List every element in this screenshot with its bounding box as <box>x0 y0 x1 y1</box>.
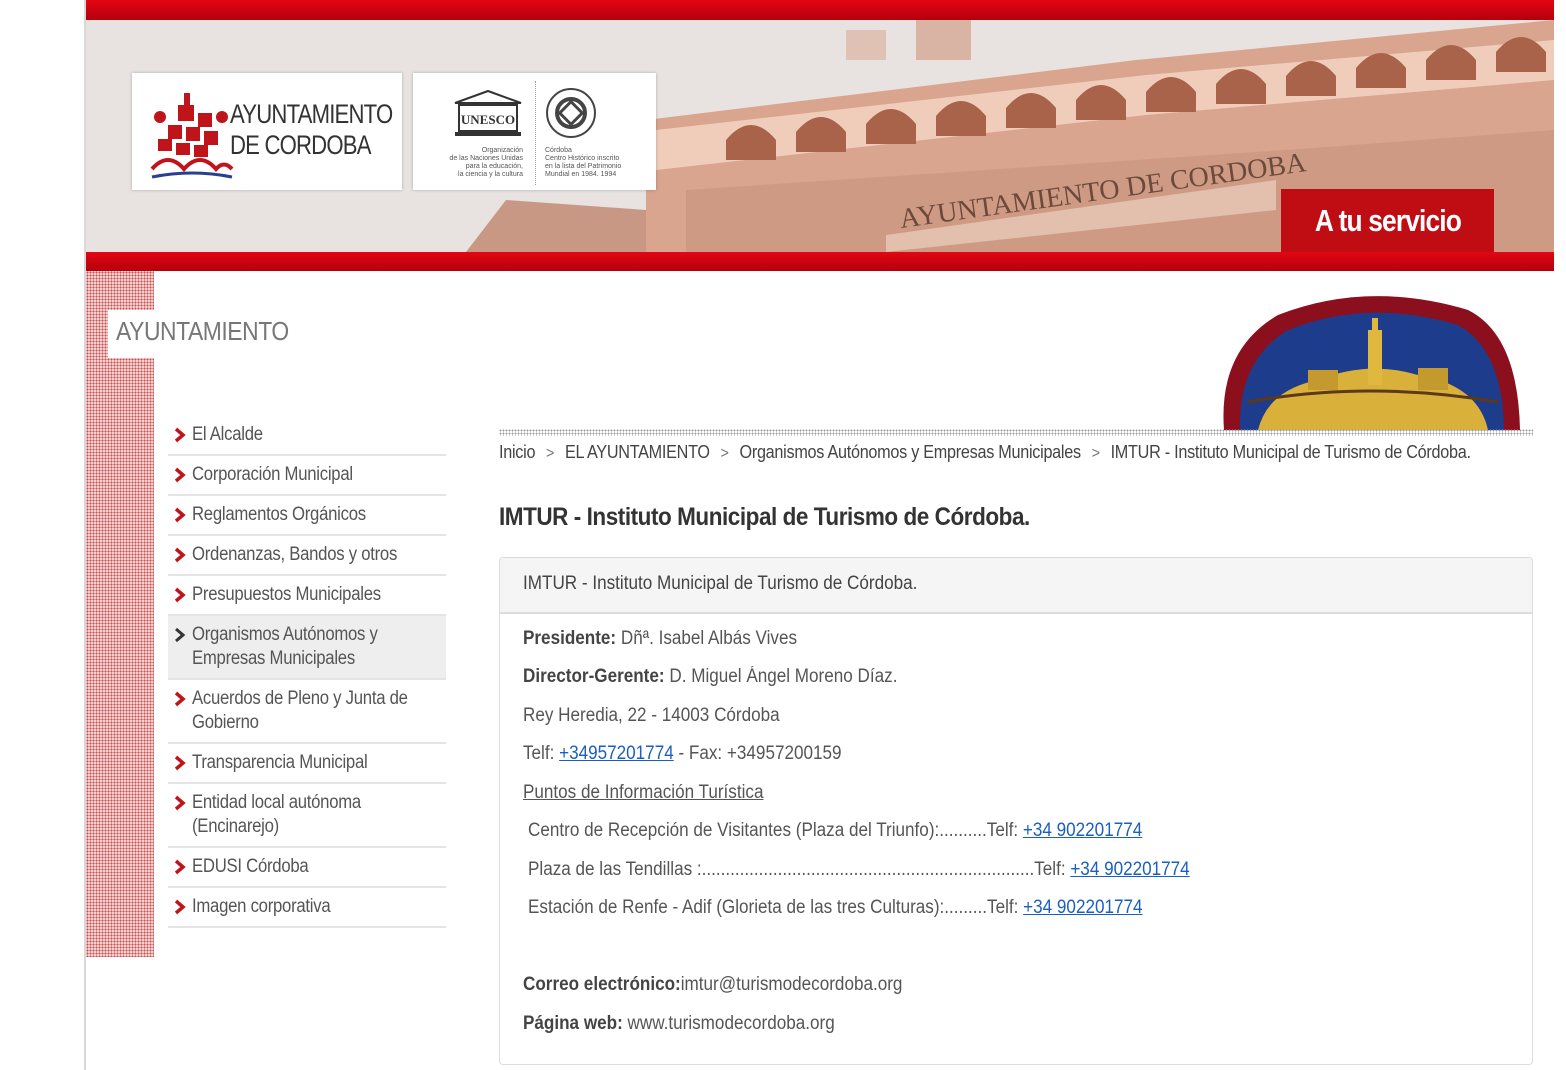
puntos-heading: Puntos de Información Turística <box>523 782 764 803</box>
unesco-caption-right-2: Centro Histórico inscrito <box>545 155 620 162</box>
a-tu-servicio-label: A tu servicio <box>1314 202 1461 238</box>
puntos-heading-line: Puntos de Información Turística <box>523 782 763 804</box>
sidebar-nav: El Alcalde Corporación Municipal Reglame… <box>168 416 446 928</box>
dotted-separator <box>499 429 1533 436</box>
sidebar-item-reglamentos-organicos[interactable]: Reglamentos Orgánicos <box>168 496 446 536</box>
breadcrumb-separator: > <box>720 445 729 462</box>
address-line: Rey Heredia, 22 - 14003 Córdoba <box>523 705 780 726</box>
sidebar-item-transparencia[interactable]: Transparencia Municipal <box>168 744 446 784</box>
unesco-caption-left-1: Organización <box>481 147 523 154</box>
sidebar-item-entidad-local[interactable]: Entidad local autónoma (Encinarejo) <box>168 784 446 848</box>
email-label: Correo electrónico: <box>523 974 681 995</box>
breadcrumb-organismos[interactable]: Organismos Autónomos y Empresas Municipa… <box>739 442 1081 462</box>
breadcrumb-separator: > <box>1091 445 1100 462</box>
chevron-right-icon <box>174 467 186 483</box>
unesco-temple-icon: UNESCO <box>454 89 522 136</box>
logo-line-2: DE CORDOBA <box>230 130 371 160</box>
unesco-logo[interactable]: UNESCO Organización de las Naciones Unid… <box>413 73 656 190</box>
sidebar-item-ordenanzas[interactable]: Ordenanzas, Bandos y otros <box>168 536 446 576</box>
sidebar-item-presupuestos[interactable]: Presupuestos Municipales <box>168 576 446 616</box>
header-top-bar <box>86 0 1554 20</box>
ayuntamiento-logo[interactable]: AYUNTAMIENTO DE CORDOBA <box>132 73 402 190</box>
cordoba-crest-icon <box>150 93 234 179</box>
unesco-caption-right-3: en la lista del Patrimonio <box>545 163 622 170</box>
unesco-name: UNESCO <box>461 112 515 127</box>
sidebar-item-label: Presupuestos Municipales <box>192 584 381 605</box>
unesco-caption-left-3: para la educación, <box>465 163 523 170</box>
punto-phone-link[interactable]: +34 902201774 <box>1023 897 1142 918</box>
decorative-dot-strip <box>86 271 154 957</box>
email-line: Correo electrónico:imtur@turismodecordob… <box>523 974 902 996</box>
sidebar-item-corporacion-municipal[interactable]: Corporación Municipal <box>168 456 446 496</box>
sidebar-item-label: Entidad local autónoma (Encinarejo) <box>192 792 361 837</box>
punto-info-row: Estación de Renfe - Adif (Glorieta de la… <box>528 897 1143 919</box>
info-panel: IMTUR - Instituto Municipal de Turismo d… <box>499 557 1533 1065</box>
telf-prefix: Telf: <box>523 743 560 764</box>
chevron-right-icon <box>174 899 186 915</box>
punto-info-text: Centro de Recepción de Visitantes (Plaza… <box>528 820 1023 841</box>
web-label: Página web: <box>523 1013 623 1034</box>
phone-line: Telf: +34957201774 - Fax: +34957200159 <box>523 743 842 765</box>
punto-info-text: Plaza de las Tendillas :................… <box>528 859 1071 880</box>
decorative-city-mosaic <box>1223 296 1520 430</box>
chevron-right-icon <box>174 795 186 811</box>
panel-header: IMTUR - Instituto Municipal de Turismo d… <box>500 558 1532 614</box>
telf-link[interactable]: +34957201774 <box>559 743 674 764</box>
chevron-right-icon <box>174 755 186 771</box>
sidebar-item-label: Corporación Municipal <box>192 464 353 485</box>
email-value: imtur@turismodecordoba.org <box>680 974 903 995</box>
presidente-line: Presidente: Dñª. Isabel Albás Vives <box>523 628 797 650</box>
breadcrumb-separator: > <box>546 445 555 462</box>
panel-title: IMTUR - Instituto Municipal de Turismo d… <box>523 573 918 594</box>
sidebar-item-label: Imagen corporativa <box>192 896 331 917</box>
chevron-right-icon <box>174 547 186 563</box>
punto-phone-link[interactable]: +34 902201774 <box>1023 820 1142 841</box>
breadcrumb-inicio[interactable]: Inicio <box>499 442 535 462</box>
chevron-right-icon <box>174 691 186 707</box>
unesco-caption-right-4: Mundial en 1984. 1994 <box>545 171 617 178</box>
punto-info-row: Plaza de las Tendillas :................… <box>528 859 1190 881</box>
page-title: IMTUR - Instituto Municipal de Turismo d… <box>499 503 1030 531</box>
chevron-right-icon <box>174 507 186 523</box>
sidebar-item-label: EDUSI Córdoba <box>192 856 309 877</box>
sidebar-item-label: Acuerdos de Pleno y Junta de Gobierno <box>192 688 408 733</box>
world-heritage-icon <box>546 88 596 138</box>
director-line: Director-Gerente: D. Miguel Ángel Moreno… <box>523 666 897 688</box>
chevron-right-icon <box>174 427 186 443</box>
sidebar-item-el-alcalde[interactable]: El Alcalde <box>168 416 446 456</box>
sidebar-item-edusi[interactable]: EDUSI Córdoba <box>168 848 446 888</box>
director-label: Director-Gerente: <box>523 666 665 687</box>
chevron-right-icon <box>174 859 186 875</box>
sidebar-item-label: Transparencia Municipal <box>192 752 368 773</box>
sidebar-item-imagen-corporativa[interactable]: Imagen corporativa <box>168 888 446 928</box>
breadcrumb: Inicio > EL AYUNTAMIENTO > Organismos Autóno… <box>499 442 1471 463</box>
presidente-label: Presidente: <box>523 628 617 649</box>
breadcrumb-el-ayuntamiento[interactable]: EL AYUNTAMIENTO <box>565 442 710 462</box>
sidebar-item-organismos-autonomos[interactable]: Organismos Autónomos y Empresas Municipa… <box>168 616 446 680</box>
web-value: www.turismodecordoba.org <box>622 1013 835 1034</box>
punto-info-row: Centro de Recepción de Visitantes (Plaza… <box>528 820 1142 842</box>
logo-line-1: AYUNTAMIENTO <box>230 99 393 129</box>
punto-info-text: Estación de Renfe - Adif (Glorieta de la… <box>528 897 1024 918</box>
section-title: AYUNTAMIENTO <box>116 316 289 346</box>
breadcrumb-current: IMTUR - Instituto Municipal de Turismo d… <box>1110 442 1471 462</box>
web-line: Página web: www.turismodecordoba.org <box>523 1013 835 1035</box>
director-value: D. Miguel Ángel Moreno Díaz. <box>664 666 898 687</box>
punto-phone-link[interactable]: +34 902201774 <box>1070 859 1189 880</box>
sidebar-item-label: Ordenanzas, Bandos y otros <box>192 544 398 565</box>
fax-text: - Fax: +34957200159 <box>673 743 842 764</box>
a-tu-servicio-button[interactable]: A tu servicio <box>1281 189 1494 252</box>
header-bottom-bar <box>86 252 1554 271</box>
unesco-caption-left-2: de las Naciones Unidas <box>449 155 523 162</box>
sidebar-item-label: Organismos Autónomos y Empresas Municipa… <box>192 624 378 669</box>
chevron-right-icon <box>174 587 186 603</box>
presidente-value: Dñª. Isabel Albás Vives <box>616 628 798 649</box>
sidebar-item-acuerdos-pleno[interactable]: Acuerdos de Pleno y Junta de Gobierno <box>168 680 446 744</box>
unesco-caption-right-1: Córdoba <box>545 147 572 154</box>
unesco-caption-left-4: la ciencia y la cultura <box>458 171 523 178</box>
sidebar-item-label: Reglamentos Orgánicos <box>192 504 366 525</box>
chevron-right-icon <box>175 627 186 643</box>
sidebar-item-label: El Alcalde <box>192 424 263 445</box>
